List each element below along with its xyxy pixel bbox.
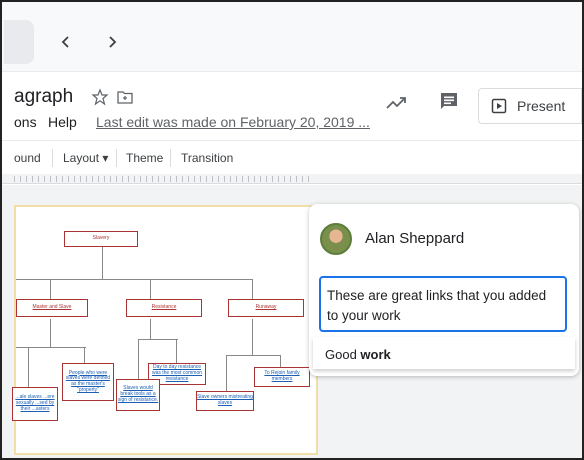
avatar — [320, 223, 352, 255]
ruler-ticks — [14, 176, 314, 182]
comment-reply-input[interactable]: These are great links that you added to … — [319, 276, 567, 332]
node-master-and-slave[interactable]: Master and Slave — [16, 299, 88, 317]
tool-background[interactable]: ound — [14, 151, 41, 165]
star-icon[interactable] — [91, 88, 109, 106]
comment-icon[interactable] — [438, 90, 460, 112]
connector-line — [252, 279, 253, 301]
slides-toolbar: ound Layout ▾ Theme Transition — [2, 140, 582, 174]
connector-line — [138, 339, 178, 340]
connector-line — [150, 279, 151, 301]
suggestion-prefix: Good — [325, 347, 361, 362]
activity-trend-icon[interactable] — [385, 92, 407, 114]
node-slavery[interactable]: Slavery — [64, 231, 138, 247]
toolbar-divider — [52, 149, 53, 167]
app-window: agraph ons Help Last edit was made on Fe… — [0, 0, 584, 460]
connector-line — [16, 279, 252, 280]
ruler — [2, 174, 582, 184]
connector-line — [226, 355, 280, 356]
menu-help[interactable]: Help — [48, 114, 77, 130]
menu-add-ons[interactable]: ons — [14, 114, 37, 130]
node-runaway[interactable]: Runaway — [228, 299, 304, 317]
connector-line — [50, 279, 51, 301]
forward-icon[interactable] — [100, 30, 124, 54]
connector-line — [84, 347, 85, 363]
smart-reply-suggestion[interactable]: Good work — [313, 337, 575, 369]
comment-author: Alan Sheppard — [365, 230, 465, 247]
slide[interactable]: Slavery Master and Slave Resistance Runa… — [12, 205, 318, 455]
connector-line — [138, 339, 139, 379]
toolbar-divider — [170, 149, 171, 167]
tool-transition[interactable]: Transition — [181, 151, 233, 165]
node-break-tools[interactable]: Slaves would break tools as a sign of re… — [116, 379, 160, 411]
toolbar-divider — [116, 149, 117, 167]
connector-line — [252, 319, 253, 355]
connector-line — [102, 245, 103, 279]
comment-card[interactable]: Alan Sheppard These are great links that… — [309, 204, 579, 376]
document-title[interactable]: agraph — [14, 86, 73, 108]
node-rejoin-family[interactable]: To Rejoin family members — [254, 367, 310, 387]
last-edit-link[interactable]: Last edit was made on February 20, 2019 … — [96, 114, 370, 130]
connector-line — [176, 339, 177, 363]
node-resistance[interactable]: Resistance — [126, 299, 202, 317]
tab-strip — [4, 20, 34, 64]
connector-line — [226, 355, 227, 391]
node-slave-owners[interactable]: Slave owners mistreating slaves — [196, 391, 254, 411]
present-play-icon — [491, 98, 507, 114]
back-icon[interactable] — [54, 30, 78, 54]
node-people-property[interactable]: People who were slaves were defined as t… — [62, 363, 114, 401]
suggestion-bold: work — [360, 347, 391, 362]
tool-theme[interactable]: Theme — [126, 151, 163, 165]
node-female-slaves[interactable]: ...ale slaves ...ere sexually ...sed by … — [12, 387, 58, 421]
browser-toolbar — [2, 2, 582, 72]
tool-layout[interactable]: Layout ▾ — [63, 151, 108, 165]
connector-line — [280, 355, 281, 367]
present-button[interactable]: Present — [478, 88, 582, 124]
present-label: Present — [517, 98, 566, 114]
connector-line — [150, 319, 151, 339]
connector-line — [50, 319, 51, 347]
move-folder-icon[interactable] — [116, 88, 134, 106]
connector-line — [28, 347, 29, 387]
connector-line — [16, 347, 86, 348]
